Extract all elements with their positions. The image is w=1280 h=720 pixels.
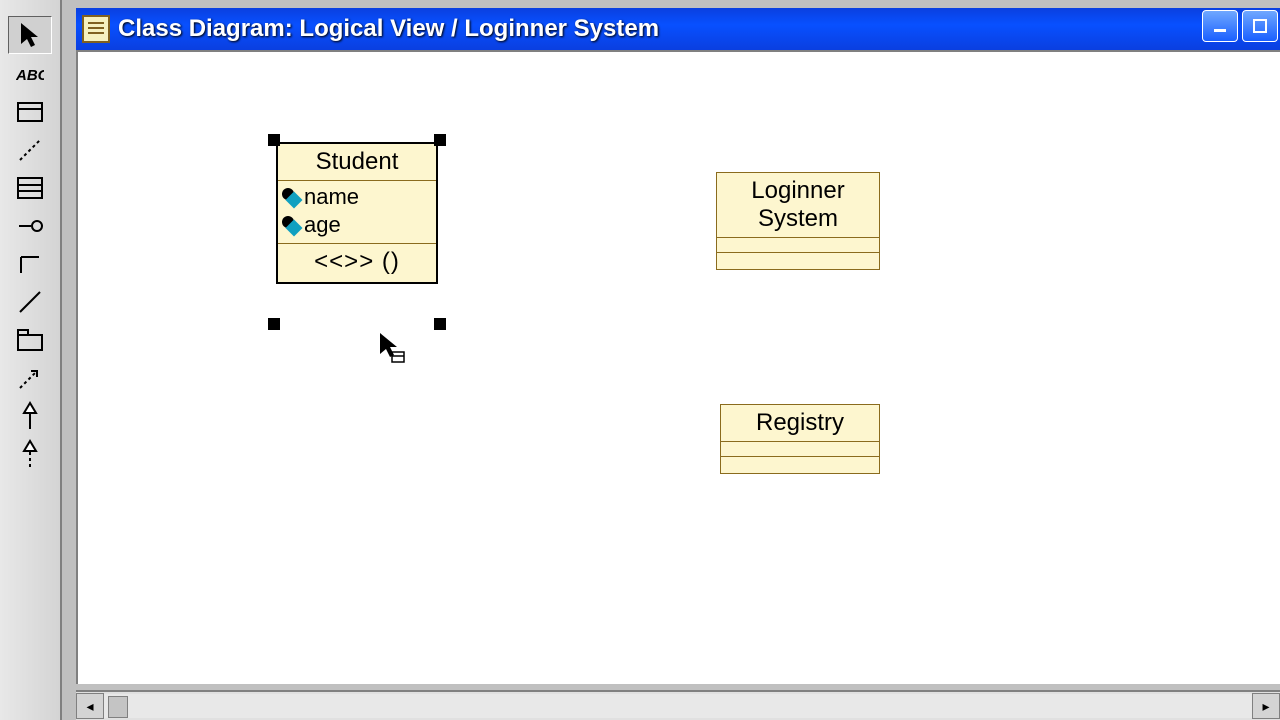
tool-anchor[interactable] — [9, 132, 51, 168]
window-titlebar: Class Diagram: Logical View / Loginner S… — [76, 8, 1280, 50]
tool-association[interactable] — [9, 284, 51, 320]
class-operations[interactable] — [721, 457, 879, 473]
resize-handle-sw[interactable] — [268, 318, 280, 330]
class-operations[interactable] — [717, 253, 879, 269]
tool-realization[interactable] — [9, 436, 51, 472]
tool-class[interactable] — [9, 170, 51, 206]
attribute-name: name — [304, 183, 359, 211]
resize-handle-ne[interactable] — [434, 134, 446, 146]
attribute-name: age — [304, 211, 341, 239]
scroll-left-button[interactable]: ◂ — [76, 693, 104, 719]
cursor-icon — [378, 332, 408, 371]
tool-dependency[interactable] — [9, 360, 51, 396]
class-name[interactable]: Loginner System — [717, 173, 879, 238]
document-icon — [82, 15, 110, 43]
minimize-button[interactable] — [1202, 10, 1238, 42]
class-registry[interactable]: Registry — [720, 404, 880, 474]
class-name[interactable]: Registry — [721, 405, 879, 442]
scroll-right-button[interactable]: ▸ — [1252, 693, 1280, 719]
attribute-icon — [282, 188, 300, 206]
class-loginner-system[interactable]: Loginner System — [716, 172, 880, 270]
tool-interface[interactable] — [9, 208, 51, 244]
tool-note[interactable] — [9, 94, 51, 130]
tool-generalization[interactable] — [9, 398, 51, 434]
scroll-thumb[interactable] — [108, 696, 128, 718]
window-title: Class Diagram: Logical View / Loginner S… — [118, 15, 659, 43]
tool-package[interactable] — [9, 322, 51, 358]
tool-text[interactable]: ABC — [9, 56, 51, 92]
class-attributes[interactable]: name age — [278, 181, 436, 244]
svg-text:ABC: ABC — [16, 67, 44, 83]
tool-palette: ABC — [0, 0, 62, 720]
resize-handle-nw[interactable] — [268, 134, 280, 146]
attribute-row[interactable]: name — [282, 183, 432, 211]
attribute-row[interactable]: age — [282, 211, 432, 239]
class-attributes[interactable] — [717, 238, 879, 253]
tool-unidir-assoc[interactable] — [9, 246, 51, 282]
tool-pointer[interactable] — [8, 16, 52, 54]
attribute-icon — [282, 216, 300, 234]
horizontal-scrollbar[interactable]: ◂ ▸ — [76, 690, 1280, 720]
class-name[interactable]: Student — [278, 144, 436, 181]
maximize-button[interactable] — [1242, 10, 1278, 42]
operation-editing[interactable]: <<>> () — [282, 248, 432, 276]
diagram-canvas[interactable]: Student name age <<>> () Loginner System… — [76, 50, 1280, 684]
class-attributes[interactable] — [721, 442, 879, 457]
class-student[interactable]: Student name age <<>> () — [276, 142, 438, 284]
class-operations[interactable]: <<>> () — [278, 244, 436, 282]
scroll-track[interactable] — [104, 694, 1252, 718]
resize-handle-se[interactable] — [434, 318, 446, 330]
